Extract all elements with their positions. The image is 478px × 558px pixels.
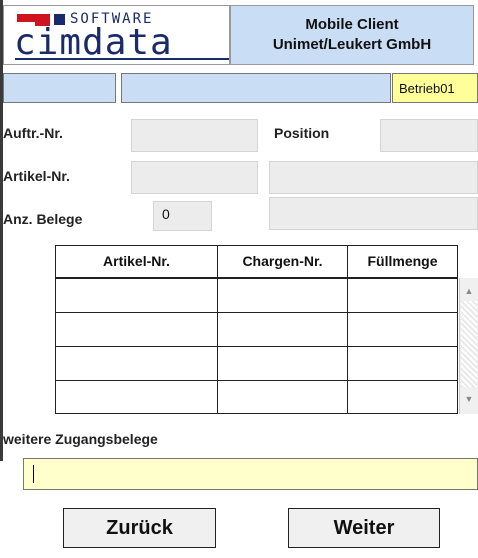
app-title-panel: Mobile Client Unimet/Leukert GmbH <box>230 5 474 65</box>
logo-wordmark: cimdata <box>14 22 173 63</box>
left-frame-border <box>0 0 3 461</box>
cell-chargen[interactable] <box>217 346 348 381</box>
cell-chargen[interactable] <box>217 312 348 347</box>
back-button[interactable]: Zurück <box>63 508 216 548</box>
location-badge: Betrieb01 <box>392 73 478 103</box>
company-name: Unimet/Leukert GmbH <box>272 36 432 53</box>
weitere-zugangsbelege-label: weitere Zugangsbelege <box>3 431 158 447</box>
position-field[interactable] <box>380 119 478 152</box>
artikel-nr-field[interactable] <box>131 161 258 194</box>
cell-fuellmenge[interactable] <box>347 346 458 381</box>
next-button[interactable]: Weiter <box>288 508 440 548</box>
cell-chargen[interactable] <box>217 380 348 414</box>
auftr-nr-field[interactable] <box>131 119 258 152</box>
cell-artikel[interactable] <box>55 312 218 347</box>
table-scrollbar[interactable]: ▲ ▼ <box>459 278 478 414</box>
auftr-nr-label: Auftr.-Nr. <box>3 125 63 141</box>
cell-chargen[interactable] <box>217 278 348 313</box>
col-header-artikel[interactable]: Artikel-Nr. <box>55 245 218 278</box>
cimdata-logo: SOFTWARE cimdata <box>3 5 230 65</box>
table-header: Artikel-Nr. Chargen-Nr. Füllmenge <box>55 245 458 278</box>
col-header-chargen[interactable]: Chargen-Nr. <box>217 245 348 278</box>
position-label: Position <box>274 125 330 141</box>
status-field-1 <box>3 73 116 103</box>
cell-fuellmenge[interactable] <box>347 278 458 313</box>
anz-belege-label: Anz. Belege <box>3 211 83 227</box>
items-table <box>55 278 458 414</box>
artikel-description-field <box>269 161 478 194</box>
weitere-zugangsbelege-input[interactable] <box>23 458 478 490</box>
anz-belege-extra-field <box>269 197 478 230</box>
scroll-up-icon[interactable]: ▲ <box>460 286 478 296</box>
cell-artikel[interactable] <box>55 278 218 313</box>
scrollbar-track[interactable] <box>461 301 477 387</box>
cell-fuellmenge[interactable] <box>347 380 458 414</box>
anz-belege-field: 0 <box>153 201 212 231</box>
app-title: Mobile Client <box>305 16 399 33</box>
col-header-fuellmenge[interactable]: Füllmenge <box>347 245 458 278</box>
cell-fuellmenge[interactable] <box>347 312 458 347</box>
text-cursor <box>33 465 34 483</box>
scroll-down-icon[interactable]: ▼ <box>460 394 478 404</box>
cell-artikel[interactable] <box>55 346 218 381</box>
status-field-2 <box>121 73 391 103</box>
cell-artikel[interactable] <box>55 380 218 414</box>
logo-underline <box>15 58 229 60</box>
artikel-nr-label: Artikel-Nr. <box>3 168 70 184</box>
